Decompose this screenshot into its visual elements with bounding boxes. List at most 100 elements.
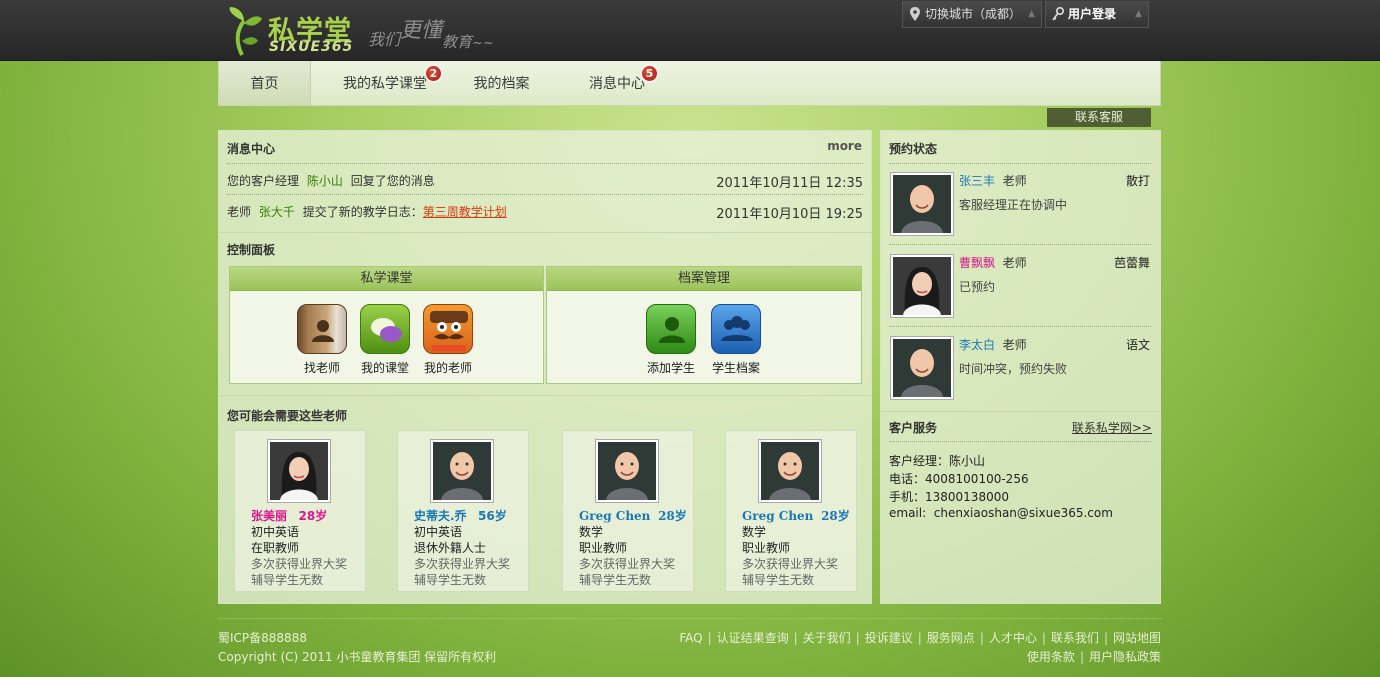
teacher-card[interactable]: 张美丽 28岁 初中英语 在职教师 多次获得业界大奖 辅导学生无数	[234, 430, 366, 592]
teacher-card[interactable]: 史蒂夫.乔 56岁 初中英语 退休外籍人士 多次获得业界大奖 辅导学生无数	[397, 430, 529, 592]
teacher-photo-man	[430, 439, 494, 503]
nav-my-profile[interactable]: 我的档案	[459, 61, 544, 105]
separator: |	[917, 631, 922, 645]
teacher-status: 在职教师	[251, 541, 300, 555]
teacher-name: Greg Chen	[742, 509, 814, 523]
message-sender[interactable]: 陈小山	[307, 174, 343, 188]
teacher-subject: 初中英语	[251, 525, 300, 539]
notification-badge: 5	[640, 64, 659, 83]
separator: |	[1041, 631, 1046, 645]
slogan-part: 教育	[442, 33, 473, 51]
teacher-card[interactable]: Greg Chen 28岁 数学 职业教师 多次获得业界大奖 辅导学生无数	[562, 430, 694, 592]
footer-link-outlets[interactable]: 服务网点	[927, 631, 975, 645]
booking-teacher-name: 李太白	[959, 338, 996, 352]
teacher-age: 28岁	[658, 509, 687, 523]
booking-status: 客服经理正在协调中	[959, 198, 1068, 212]
footer-link-careers[interactable]: 人才中心	[989, 631, 1037, 645]
booking-teacher[interactable]: 李太白 老师	[959, 336, 1027, 353]
mustache-face-icon	[423, 304, 473, 354]
find-teacher-button[interactable]: 找老师	[290, 304, 354, 376]
main-panel: 消息中心 more 您的客户经理 陈小山 回复了您的消息 2011年10月11日…	[218, 130, 872, 604]
address-book-icon	[297, 304, 347, 354]
side-panel: 预约状态 张三丰 老师 散打 客服经理正在协调中 曹飘飘 老师 芭蕾舞 已预约 …	[880, 130, 1161, 604]
footer-link-complaint[interactable]: 投诉建议	[865, 631, 913, 645]
student-profile-label: 学生档案	[711, 361, 760, 375]
booking-subject: 语文	[1125, 338, 1150, 352]
message-text: 回复了您的消息	[350, 174, 435, 188]
booking-subject: 散打	[1125, 174, 1150, 188]
location-pin-icon	[910, 7, 920, 21]
message-text: 提交了新的教学日志：	[302, 205, 423, 219]
teaching-plan-link[interactable]: 第三周教学计划	[423, 205, 507, 219]
add-student-label: 添加学生	[646, 361, 695, 375]
nav-label: 消息中心	[589, 76, 645, 92]
footer: 蜀ICP备888888 Copyright (C) 2011 小书童教育集团 保…	[218, 618, 1161, 664]
divider	[889, 441, 1151, 442]
message-prefix: 您的客户经理	[227, 174, 300, 188]
slogan: 我们更懂教育~~	[368, 14, 494, 51]
booking-teacher[interactable]: 曹飘飘 老师	[959, 254, 1027, 271]
nav-label: 我的档案	[473, 76, 530, 92]
slogan-part: 更懂	[400, 18, 443, 42]
divider	[881, 411, 1160, 412]
slogan-part: 我们	[368, 30, 401, 49]
contact-service-button[interactable]: 联系客服	[1047, 108, 1151, 127]
footer-link-privacy[interactable]: 用户隐私政策	[1089, 650, 1161, 664]
footer-link-sitemap[interactable]: 网站地图	[1113, 631, 1161, 645]
person-add-icon	[646, 304, 696, 354]
booking-status-title: 预约状态	[889, 142, 938, 156]
footer-link-contact[interactable]: 联系我们	[1051, 631, 1099, 645]
add-student-button[interactable]: 添加学生	[639, 304, 703, 376]
control-panel-title: 控制面板	[227, 243, 276, 257]
footer-link-faq[interactable]: FAQ	[679, 631, 702, 645]
footer-link-about[interactable]: 关于我们	[803, 631, 851, 645]
booking-photo-woman	[890, 254, 954, 318]
more-link[interactable]: more	[827, 139, 862, 153]
student-profile-button[interactable]: 学生档案	[704, 304, 768, 376]
divider	[219, 395, 871, 396]
teacher-status: 退休外籍人士	[414, 541, 487, 555]
separator: |	[707, 631, 712, 645]
teacher-status: 职业教师	[579, 541, 628, 555]
teacher-age: 28岁	[821, 509, 850, 523]
switch-city-button[interactable]: 切换城市（成都） ▲	[902, 1, 1042, 28]
message-center-title: 消息中心	[227, 142, 276, 156]
separator: |	[793, 631, 798, 645]
triangle-up-icon: ▲	[1028, 9, 1035, 19]
teacher-name-row: 史蒂夫.乔 56岁	[414, 507, 507, 524]
separator: |	[855, 631, 860, 645]
site-logo[interactable]: 私学堂 SIXUE365	[226, 5, 366, 59]
teacher-note: 辅导学生无数	[579, 573, 652, 587]
group-people-icon	[711, 304, 761, 354]
nav-label: 首页	[250, 76, 279, 92]
message-row[interactable]: 您的客户经理 陈小山 回复了您的消息 2011年10月11日 12:35	[227, 172, 863, 192]
contact-sixue-link[interactable]: 联系私学网>>	[1072, 419, 1152, 436]
booking-teacher[interactable]: 张三丰 老师	[959, 172, 1027, 189]
nav-home[interactable]: 首页	[219, 61, 311, 105]
booking-photo-man	[890, 336, 954, 400]
teacher-note: 多次获得业界大奖	[742, 557, 839, 571]
message-sender[interactable]: 张大千	[259, 205, 295, 219]
booking-subject: 芭蕾舞	[1113, 256, 1150, 270]
message-time: 2011年10月10日 19:25	[716, 207, 863, 222]
icp-number: 蜀ICP备888888	[218, 631, 307, 645]
teacher-card[interactable]: Greg Chen 28岁 数学 职业教师 多次获得业界大奖 辅导学生无数	[725, 430, 857, 592]
message-row[interactable]: 老师 张大千 提交了新的教学日志：第三周教学计划 2011年10月10日 19:…	[227, 203, 863, 223]
separator: |	[1103, 631, 1108, 645]
footer-links: 使用条款 | 用户隐私政策	[1027, 648, 1161, 665]
separator: |	[979, 631, 984, 645]
copyright: Copyright (C) 2011 小书童教育集团 保留所有权利	[218, 650, 497, 664]
email[interactable]: email: chenxiaoshan@sixue365.com	[889, 506, 1113, 520]
message-time: 2011年10月11日 12:35	[716, 176, 863, 191]
my-class-label: 我的课堂	[360, 361, 409, 375]
logo-text-en: SIXUE365	[269, 39, 354, 55]
footer-link-terms[interactable]: 使用条款	[1027, 650, 1075, 664]
user-login-button[interactable]: 用户登录 ▲	[1045, 1, 1149, 28]
my-class-button[interactable]: 我的课堂	[353, 304, 417, 376]
my-teacher-button[interactable]: 我的老师	[416, 304, 480, 376]
chat-bubbles-icon	[360, 304, 410, 354]
teacher-name: 张美丽	[251, 509, 288, 523]
mobile: 手机：13800138000	[889, 490, 1009, 504]
footer-link-cert[interactable]: 认证结果查询	[717, 631, 789, 645]
teacher-note: 多次获得业界大奖	[414, 557, 511, 571]
